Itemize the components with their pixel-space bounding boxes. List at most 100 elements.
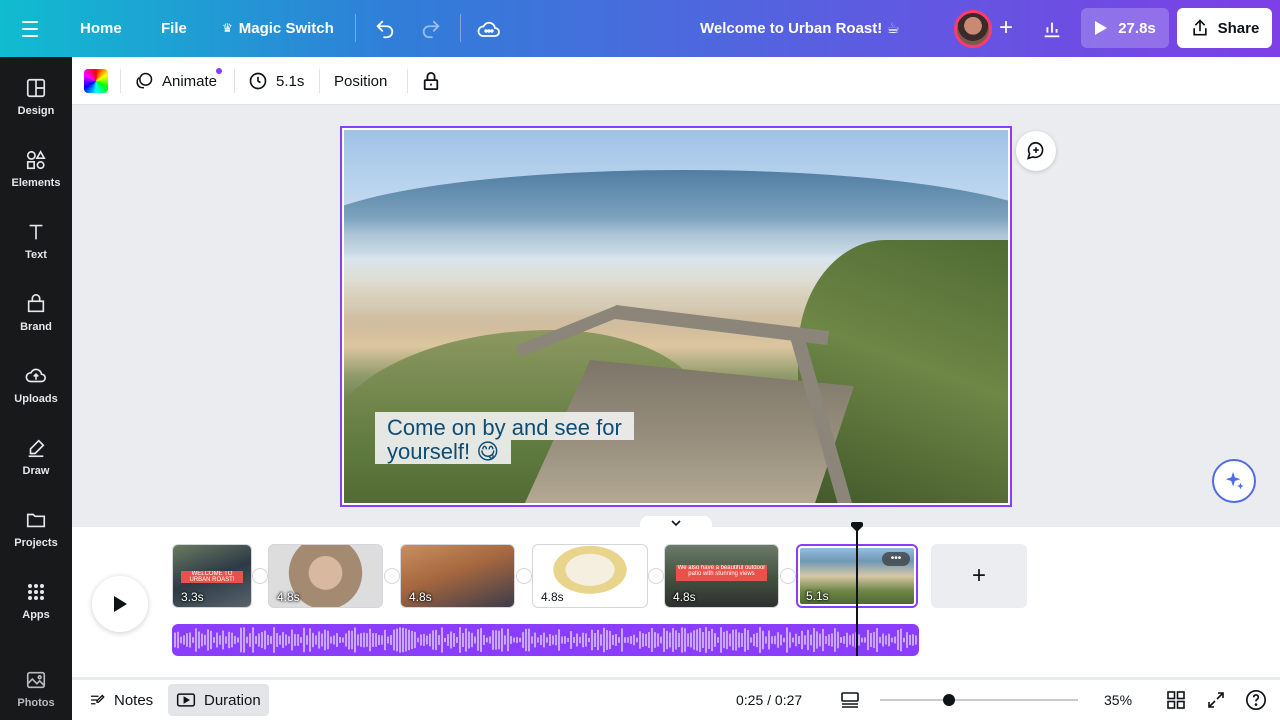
cloud-save-icon[interactable] [475, 15, 503, 43]
waveform-bar [885, 635, 887, 645]
waveform-bar [276, 633, 278, 647]
position-button[interactable]: Position [334, 57, 387, 105]
waveform-bar [495, 630, 497, 650]
sidebar-item-brand[interactable]: Brand [0, 287, 72, 351]
analytics-icon[interactable] [1032, 10, 1072, 48]
undo-icon[interactable] [371, 15, 399, 43]
notes-button[interactable]: Notes [80, 684, 161, 716]
waveform-bar [249, 633, 251, 647]
sidebar-item-label: Apps [22, 609, 50, 621]
waveform-bar [306, 635, 308, 645]
waveform-bar [627, 637, 629, 643]
add-collaborator-icon[interactable]: + [993, 16, 1019, 42]
waveform-bar [840, 637, 842, 643]
zoom-percentage[interactable]: 35% [1104, 680, 1132, 720]
waveform-bar [684, 628, 686, 652]
waveform-bar [441, 627, 443, 653]
waveform-bar [837, 631, 839, 649]
duration-button[interactable]: 5.1s [248, 57, 304, 105]
present-button[interactable]: 27.8s [1081, 8, 1169, 48]
waveform-bar [666, 630, 668, 650]
waveform-bar [399, 627, 401, 653]
sidebar-item-projects[interactable]: Projects [0, 503, 72, 567]
animate-label: Animate [162, 72, 218, 90]
file-menu-button[interactable]: File [161, 0, 187, 57]
help-icon[interactable] [1244, 688, 1268, 712]
duration-toggle-button[interactable]: Duration [168, 684, 269, 716]
add-page-button[interactable]: + [931, 544, 1027, 608]
zoom-slider-handle[interactable] [943, 694, 956, 706]
sidebar-item-text[interactable]: Text [0, 215, 72, 279]
sidebar-item-draw[interactable]: Draw [0, 431, 72, 495]
waveform-bar [327, 630, 329, 650]
collapse-timeline-icon[interactable] [640, 516, 712, 530]
waveform-bar [723, 631, 725, 649]
waveform-bar [453, 633, 455, 647]
caption-text[interactable]: Come on by and see for yourself! 😋 [375, 412, 634, 464]
design-canvas[interactable]: Come on by and see for yourself! 😋 [340, 126, 1012, 507]
divider [120, 69, 121, 93]
menu-icon[interactable] [22, 17, 50, 41]
waveform-bar [420, 634, 422, 646]
waveform-bar [630, 635, 632, 645]
waveform-bar [573, 637, 575, 643]
waveform-bar [651, 628, 653, 652]
sidebar-item-apps[interactable]: Apps [0, 575, 72, 639]
waveform-bar [846, 632, 848, 648]
avatar[interactable] [954, 10, 992, 48]
transition-icon[interactable] [648, 568, 664, 584]
transition-icon[interactable] [516, 568, 532, 584]
animate-button[interactable]: Animate [134, 57, 217, 105]
waveform-bar [237, 637, 239, 643]
waveform-bar [408, 629, 410, 651]
waveform-bar [462, 632, 464, 648]
timeline-clip-3[interactable]: 4.8s [400, 544, 515, 608]
transition-icon[interactable] [780, 568, 796, 584]
color-picker-icon[interactable] [84, 69, 108, 93]
timeline-clip-1[interactable]: WELCOME TO URBAN ROAST! 3.3s [172, 544, 252, 608]
waveform-bar [561, 636, 563, 644]
document-title[interactable]: Welcome to Urban Roast! ☕ [700, 0, 900, 57]
timeline-clip-4[interactable]: 4.8s [532, 544, 648, 608]
waveform-bar [771, 636, 773, 644]
waveform-bar [309, 628, 311, 652]
redo-icon[interactable] [417, 15, 445, 43]
fullscreen-icon[interactable] [1204, 688, 1228, 712]
sidebar-item-design[interactable]: Design [0, 71, 72, 135]
waveform-bar [897, 629, 899, 651]
audio-track[interactable] [172, 624, 919, 656]
waveform-bar [366, 633, 368, 647]
lock-icon[interactable] [422, 57, 440, 105]
play-button[interactable] [92, 576, 148, 632]
waveform-bar [342, 637, 344, 643]
transition-icon[interactable] [384, 568, 400, 584]
sidebar-item-photos[interactable]: Photos [0, 663, 72, 720]
sidebar-item-elements[interactable]: Elements [0, 143, 72, 207]
share-button[interactable]: Share [1177, 8, 1272, 48]
transition-icon[interactable] [252, 568, 268, 584]
waveform-bar [531, 636, 533, 644]
waveform-bar [528, 628, 530, 652]
waveform-bar [615, 634, 617, 646]
magic-switch-button[interactable]: ♛ Magic Switch [222, 0, 334, 57]
grid-view-icon[interactable] [1164, 688, 1188, 712]
playhead[interactable] [856, 526, 858, 656]
waveform-bar [612, 635, 614, 645]
sidebar-item-label: Draw [22, 465, 50, 477]
waveform-bar [459, 627, 461, 653]
waveform-bar [381, 635, 383, 645]
page-view-icon[interactable] [838, 688, 862, 712]
zoom-slider[interactable] [880, 699, 1078, 701]
add-comment-icon[interactable] [1016, 131, 1056, 171]
clip-more-options-icon[interactable]: ••• [882, 552, 910, 566]
waveform-bar [516, 637, 518, 643]
waveform-bar [333, 635, 335, 645]
notes-label: Notes [114, 691, 154, 709]
waveform-bar [180, 636, 182, 644]
sidebar-item-uploads[interactable]: Uploads [0, 359, 72, 423]
timeline-clip-5[interactable]: We also have a beautiful outdoor patio w… [664, 544, 779, 608]
waveform-bar [705, 627, 707, 653]
magic-assistant-icon[interactable] [1212, 459, 1256, 503]
timeline-clip-2[interactable]: 4.8s [268, 544, 383, 608]
home-button[interactable]: Home [80, 0, 122, 57]
